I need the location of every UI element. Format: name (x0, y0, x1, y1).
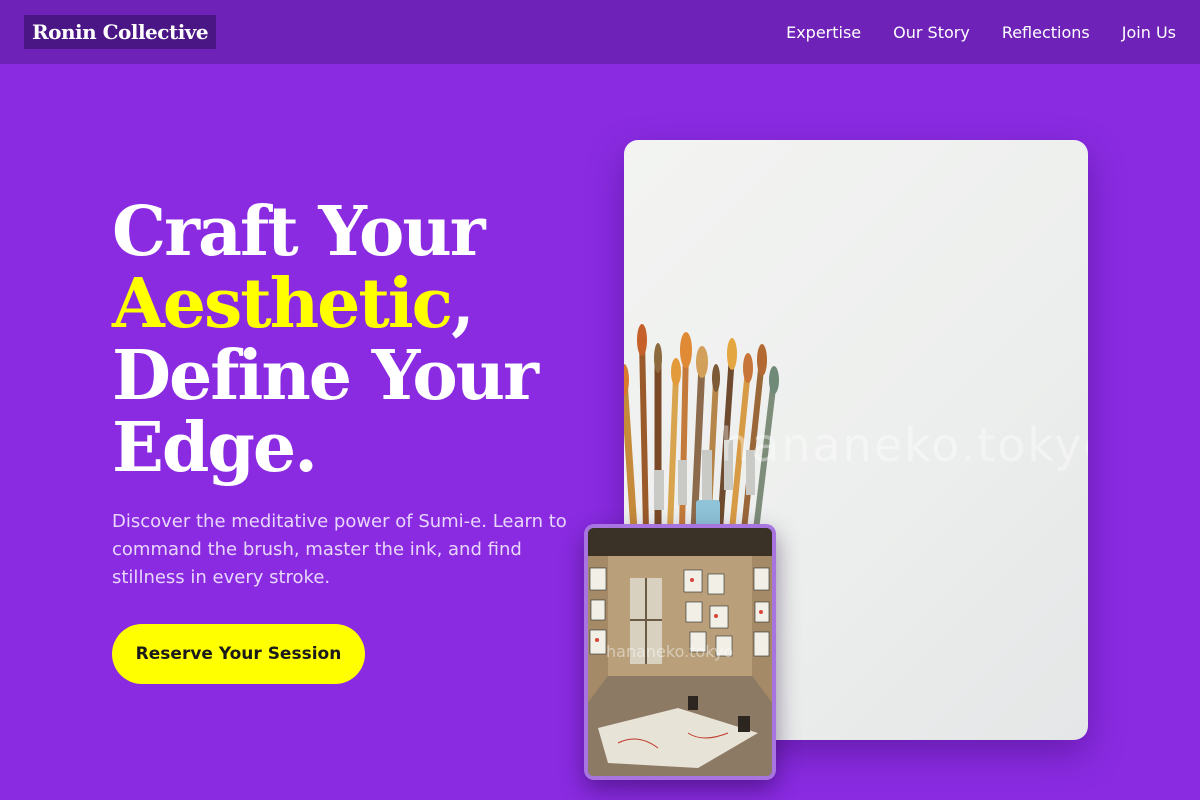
studio-photo-frame: hananeko.tokyo (584, 524, 776, 780)
hero-title-line-4: Edge. (112, 408, 318, 488)
main-nav: Expertise Our Story Reflections Join Us (786, 23, 1176, 42)
nav-link-expertise[interactable]: Expertise (786, 23, 861, 42)
inset-image-watermark: hananeko.tokyo (606, 642, 734, 661)
hero-title-line-1: Craft Your (112, 192, 486, 272)
reserve-session-button[interactable]: Reserve Your Session (112, 624, 365, 684)
hero-title-comma: , (451, 264, 475, 344)
hero-subtitle: Discover the meditative power of Sumi-e.… (112, 511, 567, 588)
image-watermark: hananeko.tokyo (720, 418, 1088, 472)
site-header: Ronin Collective Expertise Our Story Ref… (0, 0, 1200, 64)
nav-link-join-us[interactable]: Join Us (1122, 23, 1176, 42)
hero-title-line-3: Define Your (112, 336, 539, 416)
studio-photo: hananeko.tokyo (588, 528, 772, 776)
hero-title: Craft Your Aesthetic, Define Your Edge. (112, 196, 592, 484)
brand-logo[interactable]: Ronin Collective (24, 15, 217, 49)
nav-link-reflections[interactable]: Reflections (1002, 23, 1090, 42)
nav-link-our-story[interactable]: Our Story (893, 23, 970, 42)
hero-title-accent: Aesthetic (112, 264, 453, 344)
